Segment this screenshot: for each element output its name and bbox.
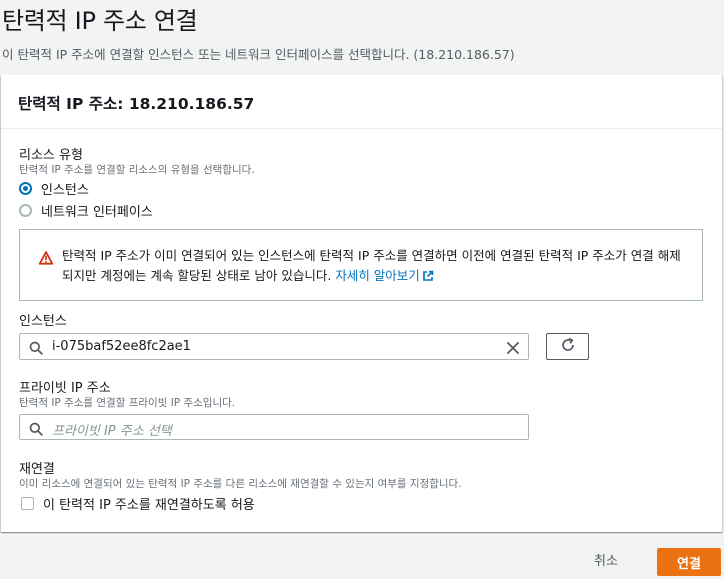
allow-reassociation-label: 이 탄력적 IP 주소를 재연결하도록 허용 bbox=[43, 497, 255, 513]
search-icon bbox=[29, 421, 43, 440]
page-description: 이 탄력적 IP 주소에 연결할 인스턴스 또는 네트워크 인터페이스를 선택합… bbox=[2, 47, 515, 62]
private-ip-description: 탄력적 IP 주소를 연결할 프라이빗 IP 주소입니다. bbox=[19, 397, 236, 409]
radio-button-instance[interactable] bbox=[19, 181, 32, 195]
radio-instance-label: 인스턴스 bbox=[41, 182, 89, 198]
instance-label: 인스턴스 bbox=[19, 314, 67, 329]
cancel-button[interactable]: 취소 bbox=[594, 550, 618, 574]
instance-value: i-075baf52ee8fc2ae1 bbox=[52, 339, 191, 354]
warning-icon bbox=[38, 250, 54, 265]
private-ip-label: 프라이빗 IP 주소 bbox=[19, 381, 111, 396]
radio-instance[interactable]: 인스턴스 bbox=[19, 179, 89, 198]
learn-more-link[interactable]: 자세히 알아보기 bbox=[335, 268, 434, 283]
associate-eip-panel: 탄력적 IP 주소: 18.210.186.57 리소스 유형 탄력적 IP 주… bbox=[1, 75, 722, 532]
radio-button-network-interface[interactable] bbox=[19, 203, 32, 217]
panel-title: 탄력적 IP 주소: 18.210.186.57 bbox=[1, 75, 722, 129]
instance-select[interactable]: i-075baf52ee8fc2ae1 bbox=[19, 333, 529, 360]
external-link-icon bbox=[422, 270, 434, 281]
reassociation-label: 재연결 bbox=[19, 462, 55, 477]
allow-reassociation-option[interactable]: 이 탄력적 IP 주소를 재연결하도록 허용 bbox=[19, 494, 255, 513]
warning-text-block: 탄력적 IP 주소가 이미 연결되어 있는 인스턴스에 탄력적 IP 주소를 연… bbox=[62, 246, 692, 286]
resource-type-label: 리소스 유형 bbox=[19, 148, 83, 163]
learn-more-label: 자세히 알아보기 bbox=[335, 268, 420, 283]
page-title: 탄력적 IP 주소 연결 bbox=[2, 7, 198, 35]
refresh-icon bbox=[560, 337, 576, 357]
private-ip-select[interactable]: 프라이빗 IP 주소 선택 bbox=[19, 414, 529, 440]
warning-alert: 탄력적 IP 주소가 이미 연결되어 있는 인스턴스에 탄력적 IP 주소를 연… bbox=[19, 229, 703, 301]
radio-network-interface[interactable]: 네트워크 인터페이스 bbox=[19, 201, 153, 220]
reassociation-description: 이미 리소스에 연결되어 있는 탄력적 IP 주소를 다른 리소스에 재연결할 … bbox=[19, 478, 462, 490]
refresh-button[interactable] bbox=[546, 333, 589, 360]
allow-reassociation-checkbox[interactable] bbox=[21, 496, 34, 510]
radio-network-interface-label: 네트워크 인터페이스 bbox=[41, 204, 153, 220]
search-icon bbox=[29, 340, 43, 359]
private-ip-placeholder: 프라이빗 IP 주소 선택 bbox=[52, 424, 172, 439]
clear-icon[interactable] bbox=[506, 340, 520, 359]
associate-button[interactable]: 연결 bbox=[657, 548, 721, 576]
resource-type-description: 탄력적 IP 주소를 연결할 리소스의 유형을 선택합니다. bbox=[19, 164, 255, 176]
